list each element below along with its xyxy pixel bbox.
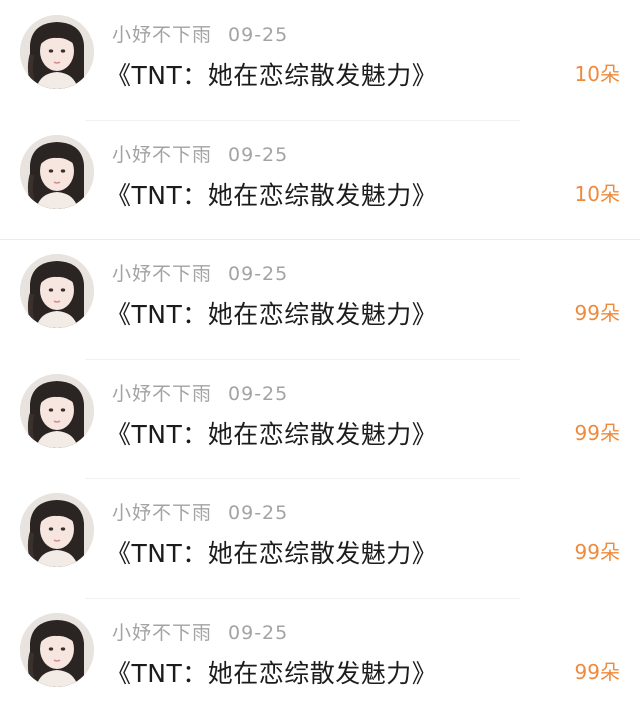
list-item[interactable]: 小妤不下雨 09-25 《TNT：她在恋综散发魅力》 99朵 <box>0 598 640 717</box>
avatar[interactable] <box>20 374 94 448</box>
comment-text: 《TNT：她在恋综散发魅力》 <box>106 654 437 690</box>
comment-text: 《TNT：她在恋综散发魅力》 <box>106 176 437 212</box>
comment-meta: 小妤不下雨 09-25 <box>112 498 288 525</box>
list-item[interactable]: 小妤不下雨 09-25 《TNT：她在恋综散发魅力》 99朵 <box>0 239 640 359</box>
list-item[interactable]: 小妤不下雨 09-25 《TNT：她在恋综散发魅力》 99朵 <box>0 359 640 479</box>
avatar[interactable] <box>20 493 94 567</box>
list-item[interactable]: 小妤不下雨 09-25 《TNT：她在恋综散发魅力》 10朵 <box>0 120 640 240</box>
comment-text: 《TNT：她在恋综散发魅力》 <box>106 295 437 331</box>
comment-date: 09-25 <box>228 383 288 405</box>
comment-meta: 小妤不下雨 09-25 <box>112 259 288 286</box>
comment-meta: 小妤不下雨 09-25 <box>112 140 288 167</box>
comment-meta: 小妤不下雨 09-25 <box>112 379 288 406</box>
gift-count: 10朵 <box>575 58 620 87</box>
avatar[interactable] <box>20 15 94 89</box>
avatar[interactable] <box>20 254 94 328</box>
comment-date: 09-25 <box>228 502 288 524</box>
comment-date: 09-25 <box>228 622 288 644</box>
avatar[interactable] <box>20 613 94 687</box>
avatar[interactable] <box>20 135 94 209</box>
comment-meta: 小妤不下雨 09-25 <box>112 20 288 47</box>
username[interactable]: 小妤不下雨 <box>112 144 212 166</box>
username[interactable]: 小妤不下雨 <box>112 24 212 46</box>
gift-count: 99朵 <box>575 417 620 446</box>
username[interactable]: 小妤不下雨 <box>112 263 212 285</box>
gift-count: 99朵 <box>575 656 620 685</box>
gift-count: 10朵 <box>575 178 620 207</box>
comment-date: 09-25 <box>228 263 288 285</box>
comment-date: 09-25 <box>228 24 288 46</box>
username[interactable]: 小妤不下雨 <box>112 383 212 405</box>
username[interactable]: 小妤不下雨 <box>112 622 212 644</box>
list-item[interactable]: 小妤不下雨 09-25 《TNT：她在恋综散发魅力》 10朵 <box>0 0 640 120</box>
gift-count: 99朵 <box>575 297 620 326</box>
username[interactable]: 小妤不下雨 <box>112 502 212 524</box>
comment-text: 《TNT：她在恋综散发魅力》 <box>106 534 437 570</box>
comment-text: 《TNT：她在恋综散发魅力》 <box>106 56 437 92</box>
gift-count: 99朵 <box>575 536 620 565</box>
comment-meta: 小妤不下雨 09-25 <box>112 618 288 645</box>
comment-list: 小妤不下雨 09-25 《TNT：她在恋综散发魅力》 10朵 小妤不下雨 09-25… <box>0 0 640 717</box>
list-item[interactable]: 小妤不下雨 09-25 《TNT：她在恋综散发魅力》 99朵 <box>0 478 640 598</box>
comment-date: 09-25 <box>228 144 288 166</box>
comment-text: 《TNT：她在恋综散发魅力》 <box>106 415 437 451</box>
